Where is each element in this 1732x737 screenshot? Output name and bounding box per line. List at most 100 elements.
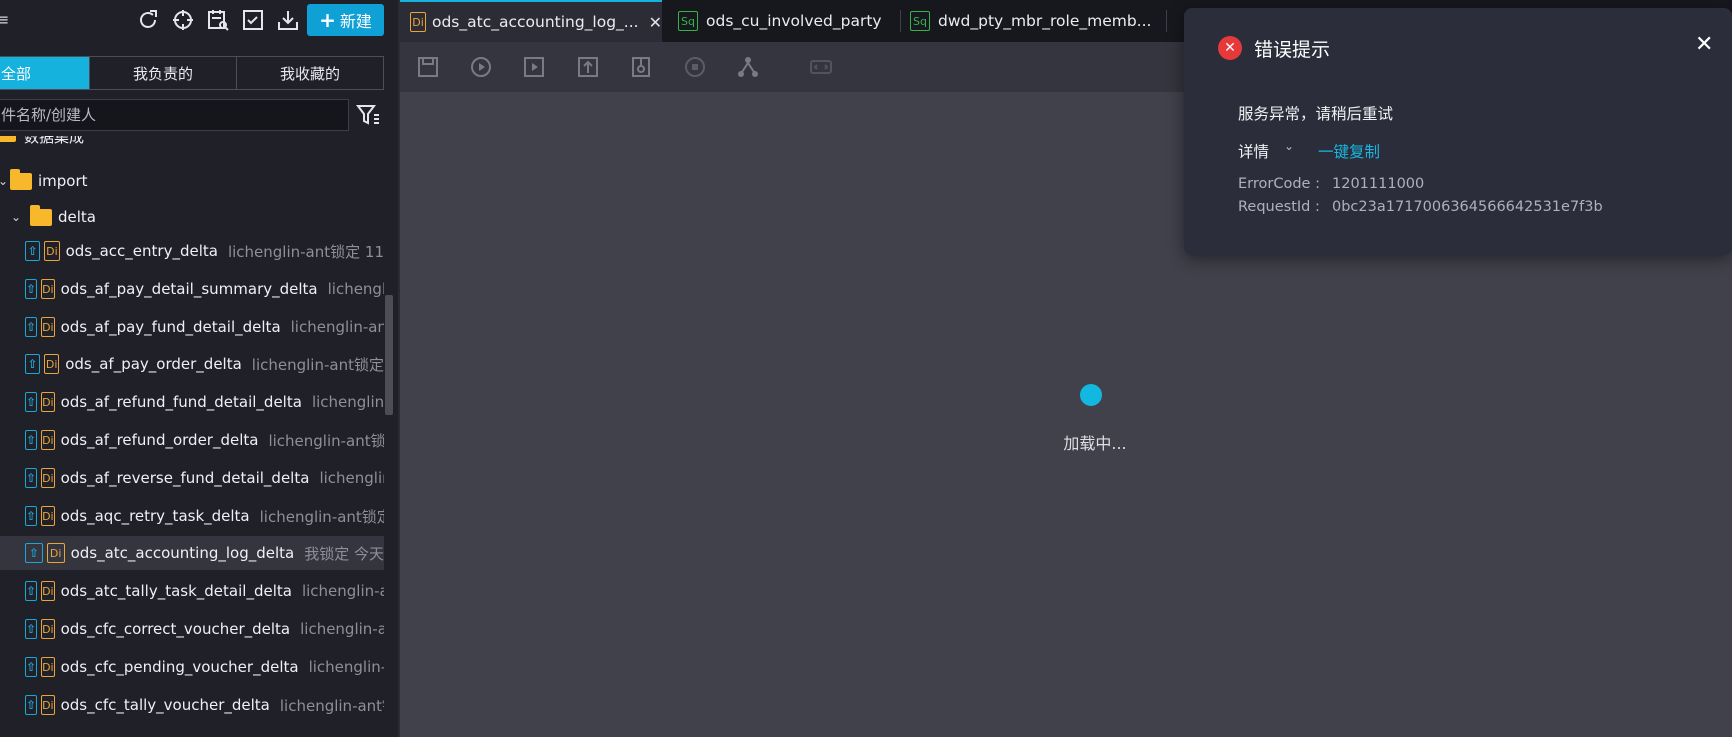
file-meta: lichenglin-ant锁	[268, 431, 384, 450]
tree-file-item[interactable]: ⇧ Di ods_cfc_pending_voucher_delta lichengl…	[0, 650, 384, 684]
file-tree: 数据集成 ⌄ import ⌄ delta ⇧ Di ods_acc_entry_d…	[0, 136, 384, 737]
tab-label: dwd_pty_mbr_role_memb...	[938, 12, 1152, 30]
upload-status-icon: ⇧	[25, 695, 38, 715]
copy-link[interactable]: 一键复制	[1318, 140, 1380, 162]
close-icon[interactable]: ✕	[649, 13, 662, 32]
error-icon: ✕	[1218, 36, 1242, 60]
loading-text: 加载中...	[1063, 434, 1127, 453]
sidebar-toolbar: ≡ + 新建	[0, 0, 398, 40]
tree-folder-partial[interactable]: 数据集成	[0, 136, 384, 148]
upload-status-icon: ⇧	[25, 279, 38, 299]
sidebar-edge-icon: ≡	[0, 10, 10, 29]
tree-file-item[interactable]: ⇧ Di ods_af_refund_order_delta lichenglin-a…	[0, 423, 384, 457]
file-name: ods_aqc_retry_task_delta	[60, 507, 250, 525]
file-meta: lichenglin	[319, 469, 384, 487]
upload-status-icon: ⇧	[25, 241, 41, 261]
tab-separator	[1166, 10, 1167, 32]
tree-file-item[interactable]: ⇧ Di ods_aqc_retry_task_delta lichenglin-an…	[0, 499, 384, 533]
file-meta: lichenglin-ant	[290, 318, 384, 336]
file-meta: lichenglin-	[311, 393, 384, 411]
tree-file-item[interactable]: ⇧ Di ods_af_pay_detail_summary_delta lichen…	[0, 272, 384, 306]
di-badge-icon: Di	[41, 430, 55, 450]
file-meta: lichenglin-ant锁	[279, 696, 384, 715]
file-name: ods_af_pay_fund_detail_delta	[60, 318, 281, 336]
request-id-key: RequestId :	[1238, 199, 1320, 215]
refresh-icon[interactable]	[134, 6, 162, 34]
file-meta: lichenglin-ant锁定	[259, 507, 384, 526]
file-meta: lichenglin-ant锁定	[251, 355, 384, 374]
upload-status-icon: ⇧	[25, 581, 38, 601]
request-id-value: 0bc23a1717006364566642531e7f3b	[1332, 199, 1603, 215]
lineage-icon[interactable]	[736, 55, 760, 79]
file-meta: lichenglin-	[308, 658, 384, 676]
file-meta: lichenglin-a	[300, 620, 384, 638]
di-badge-icon: Di	[41, 317, 55, 337]
upload-status-icon: ⇧	[25, 543, 43, 563]
upload-status-icon: ⇧	[25, 657, 38, 677]
stop-icon[interactable]	[683, 55, 707, 79]
file-name: ods_cfc_correct_voucher_delta	[60, 620, 291, 638]
tree-folder-delta[interactable]: ⌄ delta	[0, 200, 384, 234]
di-badge-icon: Di	[410, 12, 426, 32]
request-id-row: RequestId : 0bc23a1717006364566642531e7f…	[1238, 199, 1603, 215]
code-icon[interactable]	[809, 55, 833, 79]
search-input[interactable]: 件名称/创建人	[0, 99, 349, 131]
tree-file-item[interactable]: ⇧ Di ods_atc_tally_task_detail_delta lichen…	[0, 574, 384, 608]
file-name: ods_af_reverse_fund_detail_delta	[60, 469, 310, 487]
file-name: ods_atc_accounting_log_delta	[70, 544, 295, 562]
filter-icon[interactable]	[355, 102, 381, 128]
run-icon[interactable]	[469, 55, 493, 79]
close-icon[interactable]: ✕	[1695, 32, 1713, 57]
new-button[interactable]: + 新建	[307, 4, 384, 36]
tree-file-item[interactable]: ⇧ Di ods_atc_accounting_log_delta 我锁定 今天	[0, 536, 384, 570]
locate-icon[interactable]	[169, 6, 197, 34]
upload-status-icon: ⇧	[25, 354, 41, 374]
tree-file-item[interactable]: ⇧ Di ods_af_pay_fund_detail_delta lichengli…	[0, 310, 384, 344]
upload-status-icon: ⇧	[25, 392, 38, 412]
di-badge-icon: Di	[41, 581, 55, 601]
di-badge-icon: Di	[41, 279, 55, 299]
tab-all[interactable]: 全部	[0, 57, 89, 89]
file-name: ods_acc_entry_delta	[65, 242, 218, 260]
folder-icon	[30, 204, 52, 226]
file-meta: 我锁定 今天	[304, 544, 384, 563]
deploy-icon[interactable]	[629, 55, 653, 79]
tree-file-item[interactable]: ⇧ Di ods_af_pay_order_delta lichenglin-ant锁…	[0, 347, 384, 381]
file-name: ods_af_pay_detail_summary_delta	[60, 280, 318, 298]
upload-status-icon: ⇧	[25, 619, 38, 639]
tree-folder-label: delta	[58, 208, 96, 226]
tree-file-item[interactable]: ⇧ Di ods_cfc_tally_voucher_delta lichenglin…	[0, 688, 384, 722]
checklist-icon[interactable]	[239, 6, 267, 34]
run-params-icon[interactable]	[522, 55, 546, 79]
di-badge-icon: Di	[41, 506, 55, 526]
tree-file-item[interactable]: ⇧ Di ods_af_reverse_fund_detail_delta liche…	[0, 461, 384, 495]
file-meta: lichenglin-ant锁定 11	[227, 242, 384, 261]
tree-folder-import[interactable]: ⌄ import	[0, 164, 384, 198]
file-name: ods_cfc_pending_voucher_delta	[60, 658, 299, 676]
loading-spinner-icon	[1080, 384, 1102, 406]
upload-status-icon: ⇧	[25, 317, 38, 337]
tree-file-item[interactable]: ⇧ Di ods_acc_entry_delta lichenglin-ant锁定 1…	[0, 234, 384, 268]
di-badge-icon: Di	[46, 543, 65, 563]
submit-icon[interactable]	[576, 55, 600, 79]
calendar-search-icon[interactable]	[204, 6, 232, 34]
upload-status-icon: ⇧	[25, 506, 38, 526]
tab-ods-atc-accounting-log[interactable]: Di ods_atc_accounting_log_... ✕	[400, 0, 662, 42]
import-icon[interactable]	[274, 6, 302, 34]
upload-status-icon: ⇧	[25, 468, 38, 488]
file-meta: lichengli	[327, 280, 384, 298]
tab-favorites[interactable]: 我收藏的	[236, 57, 383, 89]
chevron-down-icon[interactable]: ⌄	[1284, 139, 1294, 153]
tab-ods-cu-involved-party[interactable]: Sq ods_cu_involved_party	[668, 0, 893, 42]
sidebar: ≡ + 新建 全部 我负责的 我收藏的 件名称/创建人 数据集成 ⌄ impor…	[0, 0, 398, 737]
save-icon[interactable]	[416, 55, 440, 79]
tab-dwd-pty-mbr-role[interactable]: Sq dwd_pty_mbr_role_memb...	[900, 0, 1155, 42]
tree-file-item[interactable]: ⇧ Di ods_af_refund_fund_detail_delta lichen…	[0, 385, 384, 419]
di-badge-icon: Di	[41, 657, 55, 677]
di-badge-icon: Di	[41, 468, 55, 488]
tree-scrollbar[interactable]	[385, 295, 393, 415]
details-toggle[interactable]: 详情	[1238, 140, 1269, 162]
di-badge-icon: Di	[44, 354, 60, 374]
tree-file-item[interactable]: ⇧ Di ods_cfc_correct_voucher_delta lichengl…	[0, 612, 384, 646]
tab-mine[interactable]: 我负责的	[89, 57, 236, 89]
